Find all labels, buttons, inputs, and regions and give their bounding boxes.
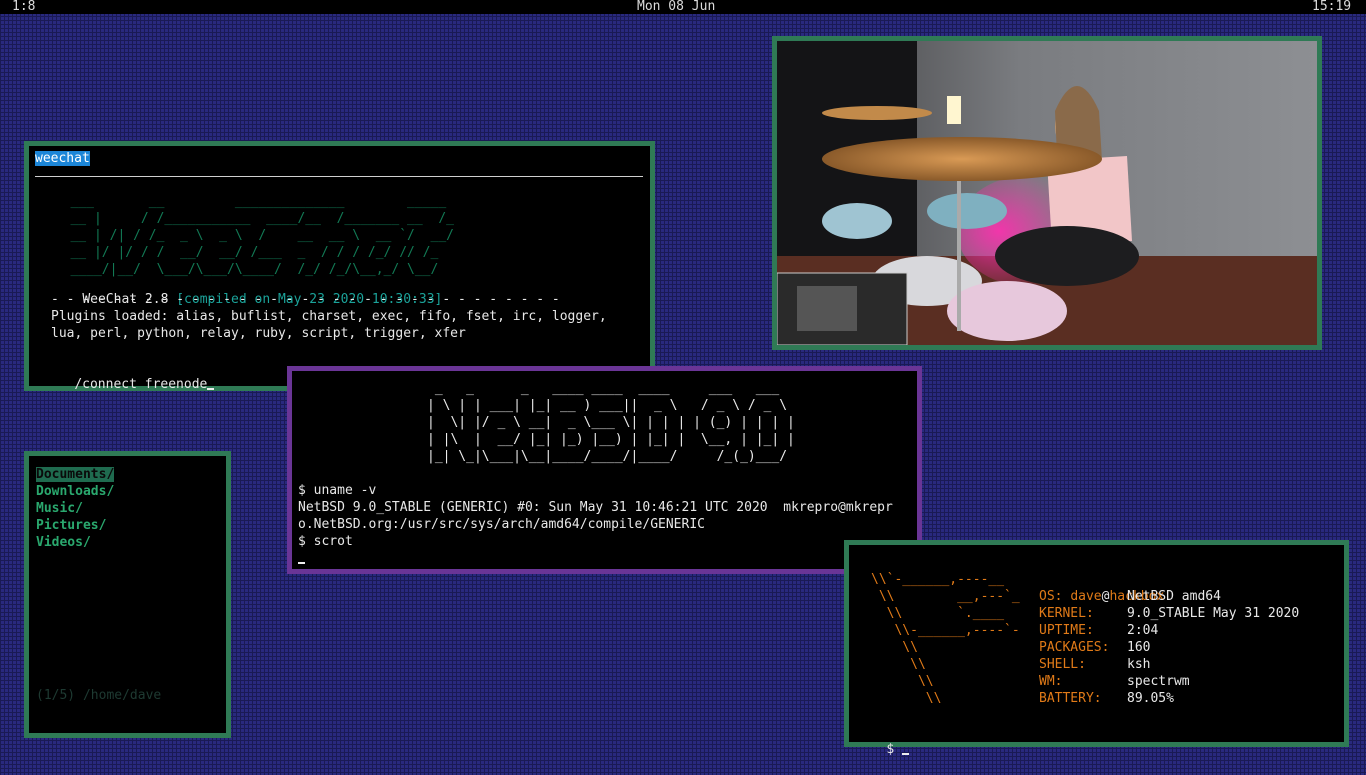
file-manager-status: (1/5) /home/dave — [36, 688, 162, 703]
weechat-title-divider — [35, 176, 643, 177]
neofetch-terminal-window[interactable]: \\`-______,----__ \\ __,---`_ \\ `.____ … — [844, 540, 1349, 757]
netbsd-ascii-banner: _ _ _ ____ ____ ____ ___ ___ | \ | | ___… — [427, 381, 795, 464]
date-label: Mon 08 Jun — [637, 0, 716, 14]
top-status-bar: 1:8 Mon 08 Jun 15:19 — [0, 0, 1366, 14]
weechat-plugins-line-1: Plugins loaded: alias, buflist, charset,… — [51, 309, 607, 324]
text-cursor — [298, 562, 305, 564]
file-manager-window[interactable]: Documents/ Downloads/ Music/ Pictures/ V… — [24, 451, 231, 738]
neofetch-prompt[interactable]: $ — [855, 724, 909, 775]
dir-item-videos[interactable]: Videos/ — [36, 534, 114, 551]
dir-item-pictures[interactable]: Pictures/ — [36, 517, 114, 534]
netbsd-flag-ascii: \\`-______,----__ \\ __,---`_ \\ `.____ … — [871, 572, 1020, 706]
clock-label: 15:19 — [1312, 0, 1352, 14]
terminal-prompt[interactable] — [298, 550, 305, 567]
terminal-output-line-1: NetBSD 9.0_STABLE (GENERIC) #0: Sun May … — [298, 500, 893, 515]
dir-item-downloads[interactable]: Downloads/ — [36, 483, 114, 500]
weechat-input-text[interactable]: /connect freenode — [74, 377, 207, 392]
dir-item-music[interactable]: Music/ — [36, 500, 114, 517]
workspace-indicator[interactable]: 1:8 — [12, 0, 35, 14]
weechat-logo: ___ __ ______________ _____ __ | / /____… — [47, 194, 454, 277]
text-cursor — [901, 753, 909, 755]
video-player-window[interactable] — [772, 36, 1322, 350]
weechat-buffer-tab[interactable]: weechat — [35, 151, 90, 166]
video-frame[interactable] — [777, 41, 1317, 345]
weechat-separator: - - - - - - - - - - - - - - - - - - - - … — [51, 292, 560, 307]
weechat-window[interactable]: weechat ___ __ ______________ _____ __ |… — [24, 141, 655, 392]
terminal-output-line-2: o.NetBSD.org:/usr/src/sys/arch/amd64/com… — [298, 517, 705, 532]
terminal-window[interactable]: _ _ _ ____ ____ ____ ___ ___ | \ | | ___… — [287, 366, 922, 574]
terminal-command-scrot: $ scrot — [298, 534, 353, 549]
text-cursor — [207, 388, 215, 390]
weechat-input-bar[interactable]: /connect freenode — [43, 359, 215, 410]
weechat-plugins-line-2: lua, perl, python, relay, ruby, script, … — [51, 326, 466, 341]
directory-list: Documents/ Downloads/ Music/ Pictures/ V… — [36, 466, 115, 551]
terminal-command-uname: $ uname -v — [298, 483, 377, 498]
dir-item-documents[interactable]: Documents/ — [36, 467, 115, 482]
